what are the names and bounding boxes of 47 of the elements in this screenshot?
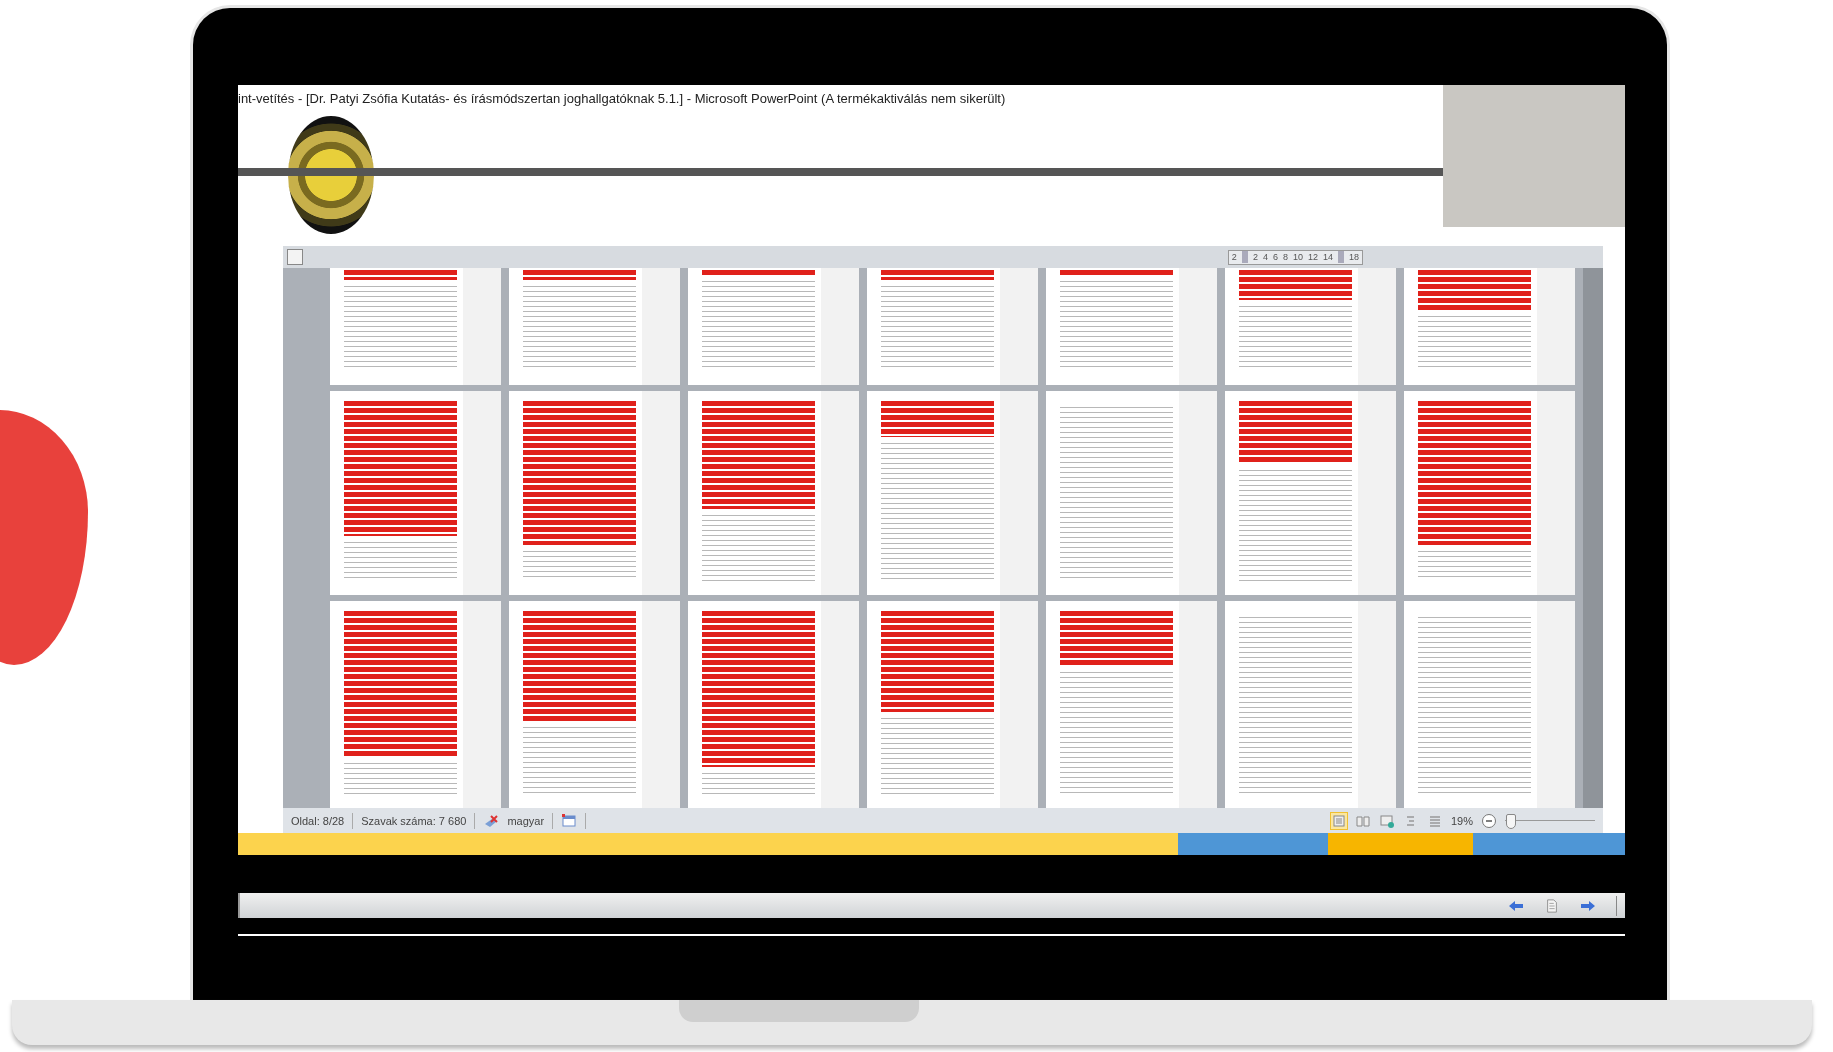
- page-thumbnail[interactable]: [688, 268, 859, 385]
- tab-selector-button[interactable]: [287, 249, 303, 265]
- page-thumbnail[interactable]: [1404, 268, 1575, 385]
- page-thumbnail[interactable]: [1225, 601, 1396, 808]
- indent-marker[interactable]: [1241, 251, 1248, 263]
- indent-marker[interactable]: [1338, 251, 1344, 263]
- page-thumbnail[interactable]: [1046, 601, 1217, 808]
- page-thumbnail[interactable]: [867, 601, 1038, 808]
- arrow-right-icon[interactable]: [1580, 898, 1596, 913]
- ruler-number: 6: [1272, 252, 1278, 262]
- page-thumbnail[interactable]: [688, 601, 859, 808]
- page-thumbnail[interactable]: [1225, 391, 1396, 595]
- web-layout-icon[interactable]: [1378, 812, 1395, 829]
- document-icon[interactable]: [1544, 898, 1560, 913]
- proofing-icon[interactable]: [483, 812, 500, 829]
- page-thumbnail[interactable]: [1046, 268, 1217, 385]
- word-count[interactable]: Szavak száma: 7 680: [361, 814, 467, 827]
- page-thumbnail[interactable]: [867, 391, 1038, 595]
- page-thumbnail[interactable]: [1046, 391, 1217, 595]
- ruler-number: 2: [1231, 252, 1237, 262]
- page-thumbnail[interactable]: [688, 391, 859, 595]
- arrow-left-icon[interactable]: [1508, 898, 1524, 913]
- ruler-number: 12: [1307, 252, 1318, 262]
- zoom-slider-thumb[interactable]: [1505, 813, 1516, 829]
- page-thumbnail[interactable]: [509, 268, 680, 385]
- window-title: int-vetítés - [Dr. Patyi Zsófia Kutatás- és írásmódszertan joghallgatóknak 5.1.] - Microsoft PowerPoint (A termékaktiválás nem sikerült): [238, 90, 1006, 106]
- ruler-number: 4: [1262, 252, 1268, 262]
- ruler-number: 8: [1282, 252, 1288, 262]
- page-thumbnail[interactable]: [867, 268, 1038, 385]
- page-thumbnail[interactable]: [1404, 601, 1575, 808]
- page-count[interactable]: Oldal: 8/28: [291, 814, 345, 827]
- page-thumbnail[interactable]: [330, 391, 501, 595]
- ruler-number: 14: [1322, 252, 1333, 262]
- zoom-level[interactable]: 19%: [1450, 814, 1473, 827]
- page-thumbnail[interactable]: [509, 391, 680, 595]
- scrollbar[interactable]: [1583, 268, 1603, 808]
- page-thumbnail[interactable]: [1404, 391, 1575, 595]
- zoom-out-button[interactable]: [1481, 812, 1497, 829]
- ruler-number: 18: [1349, 252, 1359, 262]
- language-label[interactable]: magyar: [507, 814, 545, 827]
- page-thumbnail[interactable]: [330, 268, 501, 385]
- ruler-number: 10: [1292, 252, 1303, 262]
- page-thumbnail[interactable]: [330, 601, 501, 808]
- ruler-number: 2: [1252, 252, 1258, 262]
- macro-icon[interactable]: [561, 812, 578, 829]
- page-thumbnail[interactable]: [1225, 268, 1396, 385]
- page-thumbnail[interactable]: [509, 601, 680, 808]
